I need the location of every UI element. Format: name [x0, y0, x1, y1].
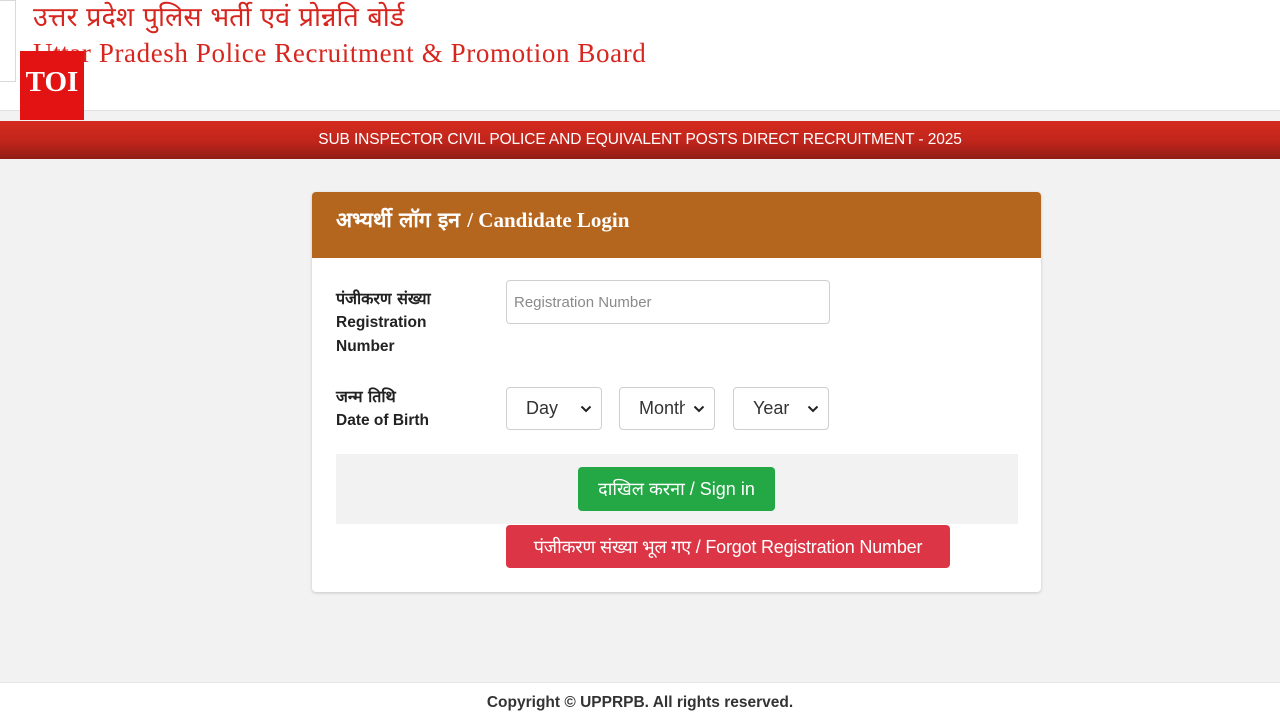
chevron-down-icon: [580, 405, 592, 413]
dob-year-value: Year: [753, 398, 790, 418]
login-title-english: / Candidate Login: [467, 208, 630, 232]
recruitment-banner-text: SUB INSPECTOR CIVIL POLICE AND EQUIVALEN…: [318, 131, 962, 148]
recruitment-banner: SUB INSPECTOR CIVIL POLICE AND EQUIVALEN…: [0, 121, 1280, 159]
chevron-down-icon: [693, 405, 705, 413]
registration-label-hindi: पंजीकरण संख्या: [336, 289, 431, 308]
board-title-english: Uttar Pradesh Police Recruitment & Promo…: [33, 38, 647, 68]
board-title-hindi: उत्तर प्रदेश पुलिस भर्ती एवं प्रोन्नति ब…: [33, 2, 405, 33]
site-footer: Copyright © UPPRPB. All rights reserved.: [0, 682, 1280, 720]
copyright-text: Copyright © UPPRPB. All rights reserved.: [486, 694, 794, 711]
sign-in-button[interactable]: दाखिल करना / Sign in: [578, 467, 775, 511]
candidate-login-card: अभ्यर्थी लॉग इन / Candidate Login पंजीकर…: [312, 192, 1041, 592]
login-card-header: अभ्यर्थी लॉग इन / Candidate Login: [312, 192, 1041, 258]
chevron-down-icon: [807, 405, 819, 413]
forgot-registration-number-button[interactable]: पंजीकरण संख्या भूल गए / Forgot Registrat…: [506, 525, 950, 568]
login-card-title: अभ्यर्थी लॉग इन / Candidate Login: [336, 192, 629, 248]
toi-logo: TOI: [20, 51, 84, 120]
registration-number-label: पंजीकरण संख्या Registration Number: [336, 287, 431, 359]
registration-number-input[interactable]: [506, 280, 830, 324]
registration-label-english-2: Number: [336, 338, 395, 355]
header-edge-frame: [0, 0, 16, 82]
dob-label-hindi: जन्म तिथि: [336, 387, 396, 406]
dob-month-value: Month: [639, 398, 685, 418]
sign-in-panel: दाखिल करना / Sign in: [336, 454, 1018, 524]
date-of-birth-label: जन्म तिथि Date of Birth: [336, 385, 429, 433]
site-header: उत्तर प्रदेश पुलिस भर्ती एवं प्रोन्नति ब…: [0, 0, 1280, 120]
dob-label-english: Date of Birth: [336, 412, 429, 429]
dob-month-select[interactable]: Month: [619, 387, 715, 430]
login-title-hindi: अभ्यर्थी लॉग इन: [336, 207, 460, 232]
registration-label-english-1: Registration: [336, 314, 427, 331]
dob-day-value: Day: [526, 398, 559, 418]
dob-year-select[interactable]: Year: [733, 387, 829, 430]
dob-day-select[interactable]: Day: [506, 387, 602, 430]
